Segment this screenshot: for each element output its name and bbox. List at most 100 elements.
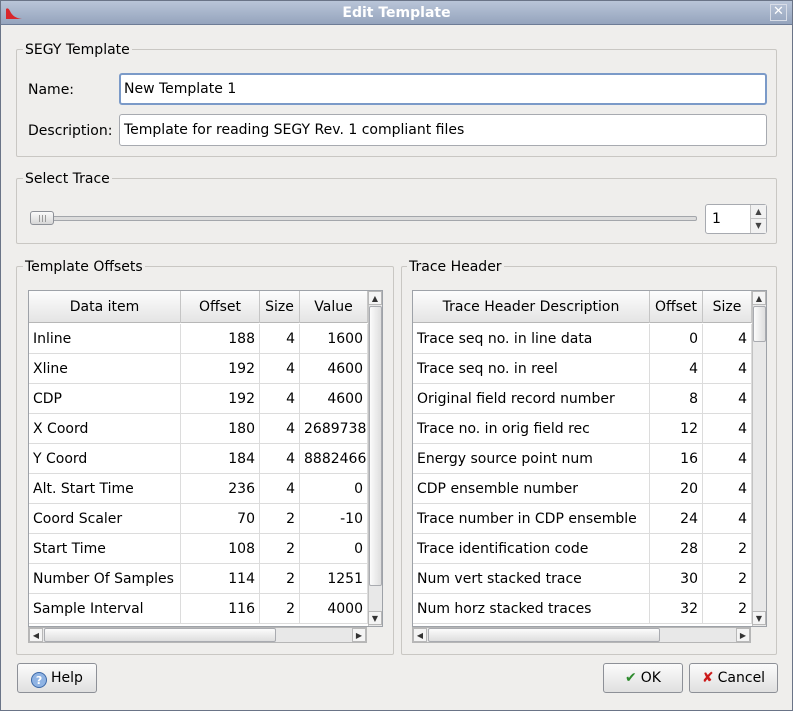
table-row[interactable]: Trace number in CDP ensemble 24 4 (413, 504, 752, 534)
trace-header-table[interactable]: Trace Header Description Offset Size Tra… (412, 290, 767, 627)
table-cell[interactable]: Energy source point num (413, 444, 650, 474)
column-header-offset[interactable]: Offset (650, 291, 703, 323)
table-cell[interactable]: 2 (260, 594, 300, 624)
table-cell[interactable]: 4600 (300, 354, 368, 384)
table-row[interactable]: Original field record number 8 4 (413, 384, 752, 414)
table-row[interactable]: Trace seq no. in reel 4 4 (413, 354, 752, 384)
scroll-left-button[interactable]: ◀ (413, 628, 427, 642)
template-offsets-vscrollbar[interactable]: ▲ ▼ (368, 291, 382, 626)
table-row[interactable]: Trace identification code 28 2 (413, 534, 752, 564)
spin-down-button[interactable]: ▼ (751, 219, 766, 233)
table-cell[interactable]: 0 (300, 534, 368, 564)
table-cell[interactable]: 32 (650, 594, 703, 624)
table-cell[interactable]: 16 (650, 444, 703, 474)
scroll-right-button[interactable]: ▶ (352, 628, 366, 642)
table-cell[interactable]: 4 (703, 384, 752, 414)
trace-header-hscrollbar[interactable]: ◀ ▶ (412, 627, 751, 643)
scroll-thumb[interactable] (369, 306, 382, 586)
table-row[interactable]: CDP 192 4 4600 (29, 384, 368, 414)
table-row[interactable]: Coord Scaler 70 2 -10 (29, 504, 368, 534)
table-cell[interactable]: 4 (703, 414, 752, 444)
table-row[interactable]: CDP ensemble number 20 4 (413, 474, 752, 504)
table-cell[interactable]: 2 (260, 534, 300, 564)
template-offsets-hscrollbar[interactable]: ◀ ▶ (28, 627, 367, 643)
template-offsets-table[interactable]: Data item Offset Size Value Inline 188 4 16… (28, 290, 383, 627)
table-cell[interactable]: 236 (181, 474, 260, 504)
spin-up-button[interactable]: ▲ (751, 205, 766, 219)
table-cell[interactable]: Original field record number (413, 384, 650, 414)
table-cell[interactable]: 184 (181, 444, 260, 474)
table-cell[interactable]: 192 (181, 384, 260, 414)
table-cell[interactable]: 70 (181, 504, 260, 534)
ok-button[interactable]: ✔ OK (603, 663, 683, 693)
trace-spinbox[interactable]: 1 ▲ ▼ (705, 204, 767, 234)
table-cell[interactable]: 1251 (300, 564, 368, 594)
table-cell[interactable]: 4 (260, 324, 300, 354)
table-cell[interactable]: 8882466 (300, 444, 368, 474)
table-cell[interactable]: 24 (650, 504, 703, 534)
scroll-down-button[interactable]: ▼ (752, 611, 766, 625)
table-cell[interactable]: Start Time (29, 534, 181, 564)
table-row[interactable]: Trace no. in orig field rec 12 4 (413, 414, 752, 444)
column-header-size[interactable]: Size (703, 291, 752, 323)
table-row[interactable]: Num horz stacked traces 32 2 (413, 594, 752, 624)
table-cell[interactable]: Sample Interval (29, 594, 181, 624)
table-cell[interactable]: 4 (260, 414, 300, 444)
table-cell[interactable]: 0 (300, 474, 368, 504)
trace-slider-track[interactable] (41, 216, 697, 221)
trace-spinbox-value[interactable]: 1 (712, 211, 721, 227)
column-header-offset[interactable]: Offset (181, 291, 260, 323)
table-cell[interactable]: 4 (260, 354, 300, 384)
table-cell[interactable]: 180 (181, 414, 260, 444)
table-cell[interactable]: 188 (181, 324, 260, 354)
scroll-up-button[interactable]: ▲ (368, 291, 382, 305)
table-cell[interactable]: 2 (703, 534, 752, 564)
scroll-left-button[interactable]: ◀ (29, 628, 43, 642)
table-cell[interactable]: 2 (703, 564, 752, 594)
table-cell[interactable]: 12 (650, 414, 703, 444)
scroll-thumb[interactable] (44, 628, 276, 642)
table-cell[interactable]: Alt. Start Time (29, 474, 181, 504)
scroll-thumb[interactable] (753, 306, 766, 342)
table-cell[interactable]: Trace seq no. in line data (413, 324, 650, 354)
table-cell[interactable]: 30 (650, 564, 703, 594)
table-row[interactable]: Num vert stacked trace 30 2 (413, 564, 752, 594)
table-cell[interactable]: Trace number in CDP ensemble (413, 504, 650, 534)
table-cell[interactable]: 4 (703, 444, 752, 474)
description-input[interactable]: Template for reading SEGY Rev. 1 complia… (119, 114, 767, 146)
table-cell[interactable]: Num horz stacked traces (413, 594, 650, 624)
table-row[interactable]: Inline 188 4 1600 (29, 324, 368, 354)
table-cell[interactable]: Inline (29, 324, 181, 354)
table-row[interactable]: Energy source point num 16 4 (413, 444, 752, 474)
table-cell[interactable]: 4 (703, 474, 752, 504)
table-cell[interactable]: 2 (260, 504, 300, 534)
name-input[interactable]: New Template 1 (119, 73, 767, 105)
column-header-size[interactable]: Size (260, 291, 300, 323)
table-cell[interactable]: Trace identification code (413, 534, 650, 564)
table-cell[interactable]: CDP (29, 384, 181, 414)
table-cell[interactable]: 116 (181, 594, 260, 624)
scroll-up-button[interactable]: ▲ (752, 291, 766, 305)
table-row[interactable]: Xline 192 4 4600 (29, 354, 368, 384)
table-cell[interactable]: CDP ensemble number (413, 474, 650, 504)
table-cell[interactable]: 4 (260, 384, 300, 414)
title-bar[interactable]: Edit Template ✕ (1, 1, 792, 25)
table-cell[interactable]: 2 (260, 564, 300, 594)
table-cell[interactable]: 108 (181, 534, 260, 564)
table-cell[interactable]: 4000 (300, 594, 368, 624)
table-cell[interactable]: Trace seq no. in reel (413, 354, 650, 384)
table-cell[interactable]: 114 (181, 564, 260, 594)
table-cell[interactable]: 2 (703, 594, 752, 624)
table-cell[interactable]: 4 (650, 354, 703, 384)
column-header-value[interactable]: Value (300, 291, 368, 323)
table-cell[interactable]: 20 (650, 474, 703, 504)
table-cell[interactable]: 4 (703, 354, 752, 384)
table-cell[interactable]: 4 (703, 504, 752, 534)
cancel-button[interactable]: ✘ Cancel (689, 663, 778, 693)
table-cell[interactable]: 0 (650, 324, 703, 354)
column-header-trace-description[interactable]: Trace Header Description (413, 291, 650, 323)
table-cell[interactable]: Number Of Samples (29, 564, 181, 594)
table-cell[interactable]: X Coord (29, 414, 181, 444)
table-cell[interactable]: 4 (260, 474, 300, 504)
table-row[interactable]: Number Of Samples 114 2 1251 (29, 564, 368, 594)
